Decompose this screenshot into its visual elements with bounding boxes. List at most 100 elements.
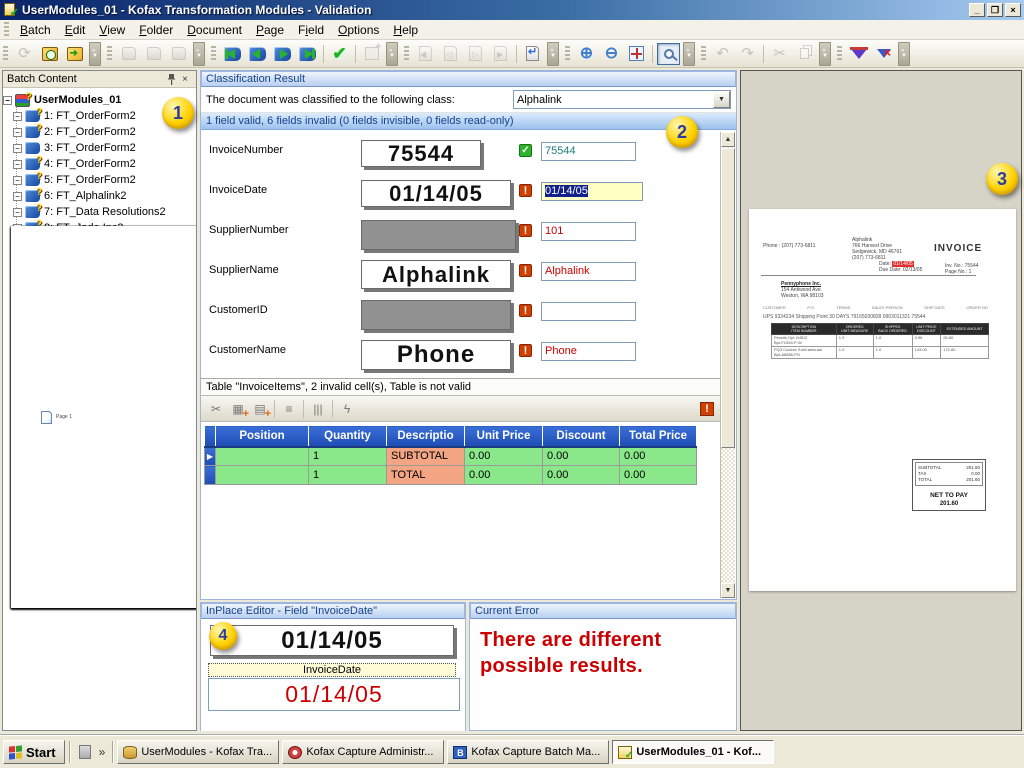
folder-first-icon[interactable] xyxy=(117,43,140,65)
grid-col-total-price[interactable]: Total Price xyxy=(620,426,697,447)
close-button[interactable]: × xyxy=(1005,3,1021,17)
scrollbar-thumb[interactable] xyxy=(721,148,735,448)
remove-filter-icon[interactable] xyxy=(872,43,895,65)
toolbar-overflow-icon[interactable]: »▼ xyxy=(193,42,205,66)
close-batch-icon[interactable]: ⟳ xyxy=(13,43,36,65)
toolbar-overflow-icon[interactable]: »▼ xyxy=(547,42,559,66)
fit-page-icon[interactable] xyxy=(625,43,648,65)
row-selector[interactable] xyxy=(205,466,216,485)
table-insert-line-icon[interactable]: ▤+ xyxy=(250,400,270,418)
tree-doc-2[interactable]: −2: FT_OrderForm2 xyxy=(3,124,196,140)
inplace-editor-input[interactable]: 01/14/05 xyxy=(208,678,460,711)
copy-icon[interactable] xyxy=(793,43,816,65)
maximize-button[interactable]: ❐ xyxy=(987,3,1003,17)
grid-cell[interactable]: 0.00 xyxy=(543,447,620,466)
grid-cell[interactable]: 0.00 xyxy=(620,466,697,485)
lasso-zoom-icon[interactable] xyxy=(657,43,680,65)
class-combobox[interactable]: Alphalink ▼ xyxy=(513,90,731,109)
grid-cell[interactable]: 1 xyxy=(309,466,387,485)
grid-cell[interactable] xyxy=(216,466,309,485)
zoom-out-icon[interactable]: ⊖ xyxy=(600,43,623,65)
table-add-row-icon[interactable]: ▦+ xyxy=(228,400,248,418)
quick-launch-chevron-icon[interactable]: » xyxy=(99,745,106,759)
grid-col-descriptio[interactable]: Descriptio xyxy=(387,426,465,447)
cut-icon[interactable]: ✂ xyxy=(768,43,791,65)
expander-icon[interactable]: − xyxy=(13,144,22,153)
table-cut-row-icon[interactable]: ✂ xyxy=(206,400,226,418)
expander-icon[interactable]: − xyxy=(3,96,12,105)
field-input-customerid[interactable] xyxy=(541,302,636,321)
field-input-customername[interactable]: Phone xyxy=(541,342,636,361)
table-auto-fill-icon[interactable]: ϟ xyxy=(337,400,357,418)
grid-col-discount[interactable]: Discount xyxy=(543,426,620,447)
toolbar-overflow-icon[interactable]: »▼ xyxy=(683,42,695,66)
first-page-icon[interactable] xyxy=(414,43,437,65)
toolbar-overflow-icon[interactable]: »▼ xyxy=(898,42,910,66)
quick-launch-icon[interactable] xyxy=(76,743,94,761)
grid-cell[interactable] xyxy=(216,447,309,466)
minimize-button[interactable]: _ xyxy=(969,3,985,17)
combo-dropdown-icon[interactable]: ▼ xyxy=(713,91,730,108)
last-document-icon[interactable] xyxy=(296,43,319,65)
taskbar-button-2[interactable]: Kofax Capture Administr... xyxy=(282,740,444,764)
grid-cell[interactable]: 1 xyxy=(309,447,387,466)
tree-doc-7[interactable]: −7: FT_Data Resolutions2 xyxy=(3,204,196,220)
previous-document-icon[interactable] xyxy=(246,43,269,65)
previous-page-icon[interactable] xyxy=(439,43,462,65)
grid-cell[interactable]: TOTAL xyxy=(387,466,465,485)
fields-scrollbar[interactable]: ▲ ▼ xyxy=(720,132,735,598)
taskbar-button-1[interactable]: UserModules - Kofax Tra... xyxy=(117,740,279,764)
menu-edit[interactable]: Edit xyxy=(58,21,93,39)
expander-icon[interactable]: − xyxy=(13,160,22,169)
route-batch-icon[interactable] xyxy=(63,43,86,65)
redo-icon[interactable]: ↷ xyxy=(736,43,759,65)
tree-doc-3[interactable]: −3: FT_OrderForm2 xyxy=(3,140,196,156)
tree-page-10-1[interactable]: Page 1 xyxy=(11,226,196,608)
toolbar-overflow-icon[interactable]: »▼ xyxy=(89,42,101,66)
validate-document-icon[interactable]: ✔ xyxy=(328,43,351,65)
menu-page[interactable]: Page xyxy=(249,21,291,39)
field-input-invoicedate[interactable]: 01/14/05 xyxy=(541,182,643,201)
folder-previous-icon[interactable] xyxy=(142,43,165,65)
create-document-icon[interactable] xyxy=(360,43,383,65)
grid-cell[interactable]: 0.00 xyxy=(543,466,620,485)
scroll-up-icon[interactable]: ▲ xyxy=(721,132,735,147)
menu-options[interactable]: Options xyxy=(331,21,386,39)
pin-icon[interactable] xyxy=(164,73,178,86)
first-document-icon[interactable] xyxy=(221,43,244,65)
expander-icon[interactable]: − xyxy=(13,192,22,201)
table-split-columns-icon[interactable]: ||| xyxy=(308,400,328,418)
grid-cell[interactable]: SUBTOTAL xyxy=(387,447,465,466)
grid-col-unit-price[interactable]: Unit Price xyxy=(465,426,543,447)
grid-col-quantity[interactable]: Quantity xyxy=(309,426,387,447)
menu-folder[interactable]: Folder xyxy=(132,21,180,39)
grid-cell[interactable]: 0.00 xyxy=(465,447,543,466)
expander-icon[interactable]: − xyxy=(13,208,22,217)
scroll-down-icon[interactable]: ▼ xyxy=(721,583,735,598)
field-input-suppliernumber[interactable]: 101 xyxy=(541,222,636,241)
tree-doc-4[interactable]: −4: FT_OrderForm2 xyxy=(3,156,196,172)
field-input-invoicenumber[interactable]: 75544 xyxy=(541,142,636,161)
zoom-in-icon[interactable]: ⊕ xyxy=(575,43,598,65)
filter-icon[interactable] xyxy=(847,43,870,65)
document-viewer[interactable]: Phone : (207) 773-6811 Alphalink766 Harv… xyxy=(740,70,1022,731)
last-page-icon[interactable] xyxy=(489,43,512,65)
expander-icon[interactable]: − xyxy=(13,112,22,121)
grid-col-position[interactable]: Position xyxy=(216,426,309,447)
close-panel-icon[interactable]: × xyxy=(178,73,192,86)
toolbar-overflow-icon[interactable]: »▼ xyxy=(819,42,831,66)
grid-cell[interactable]: 0.00 xyxy=(620,447,697,466)
goto-page-icon[interactable] xyxy=(521,43,544,65)
undo-icon[interactable]: ↶ xyxy=(711,43,734,65)
start-button[interactable]: Start xyxy=(3,740,65,764)
menu-view[interactable]: View xyxy=(92,21,132,39)
next-page-icon[interactable] xyxy=(464,43,487,65)
next-document-icon[interactable] xyxy=(271,43,294,65)
menu-batch[interactable]: Batch xyxy=(13,21,58,39)
expander-icon[interactable]: − xyxy=(13,128,22,137)
row-selector[interactable]: ▶ xyxy=(205,447,216,466)
grid-cell[interactable]: 0.00 xyxy=(465,466,543,485)
menu-field[interactable]: Field xyxy=(291,21,331,39)
taskbar-button-4[interactable]: UserModules_01 - Kof... xyxy=(612,740,774,764)
expander-icon[interactable]: − xyxy=(13,176,22,185)
